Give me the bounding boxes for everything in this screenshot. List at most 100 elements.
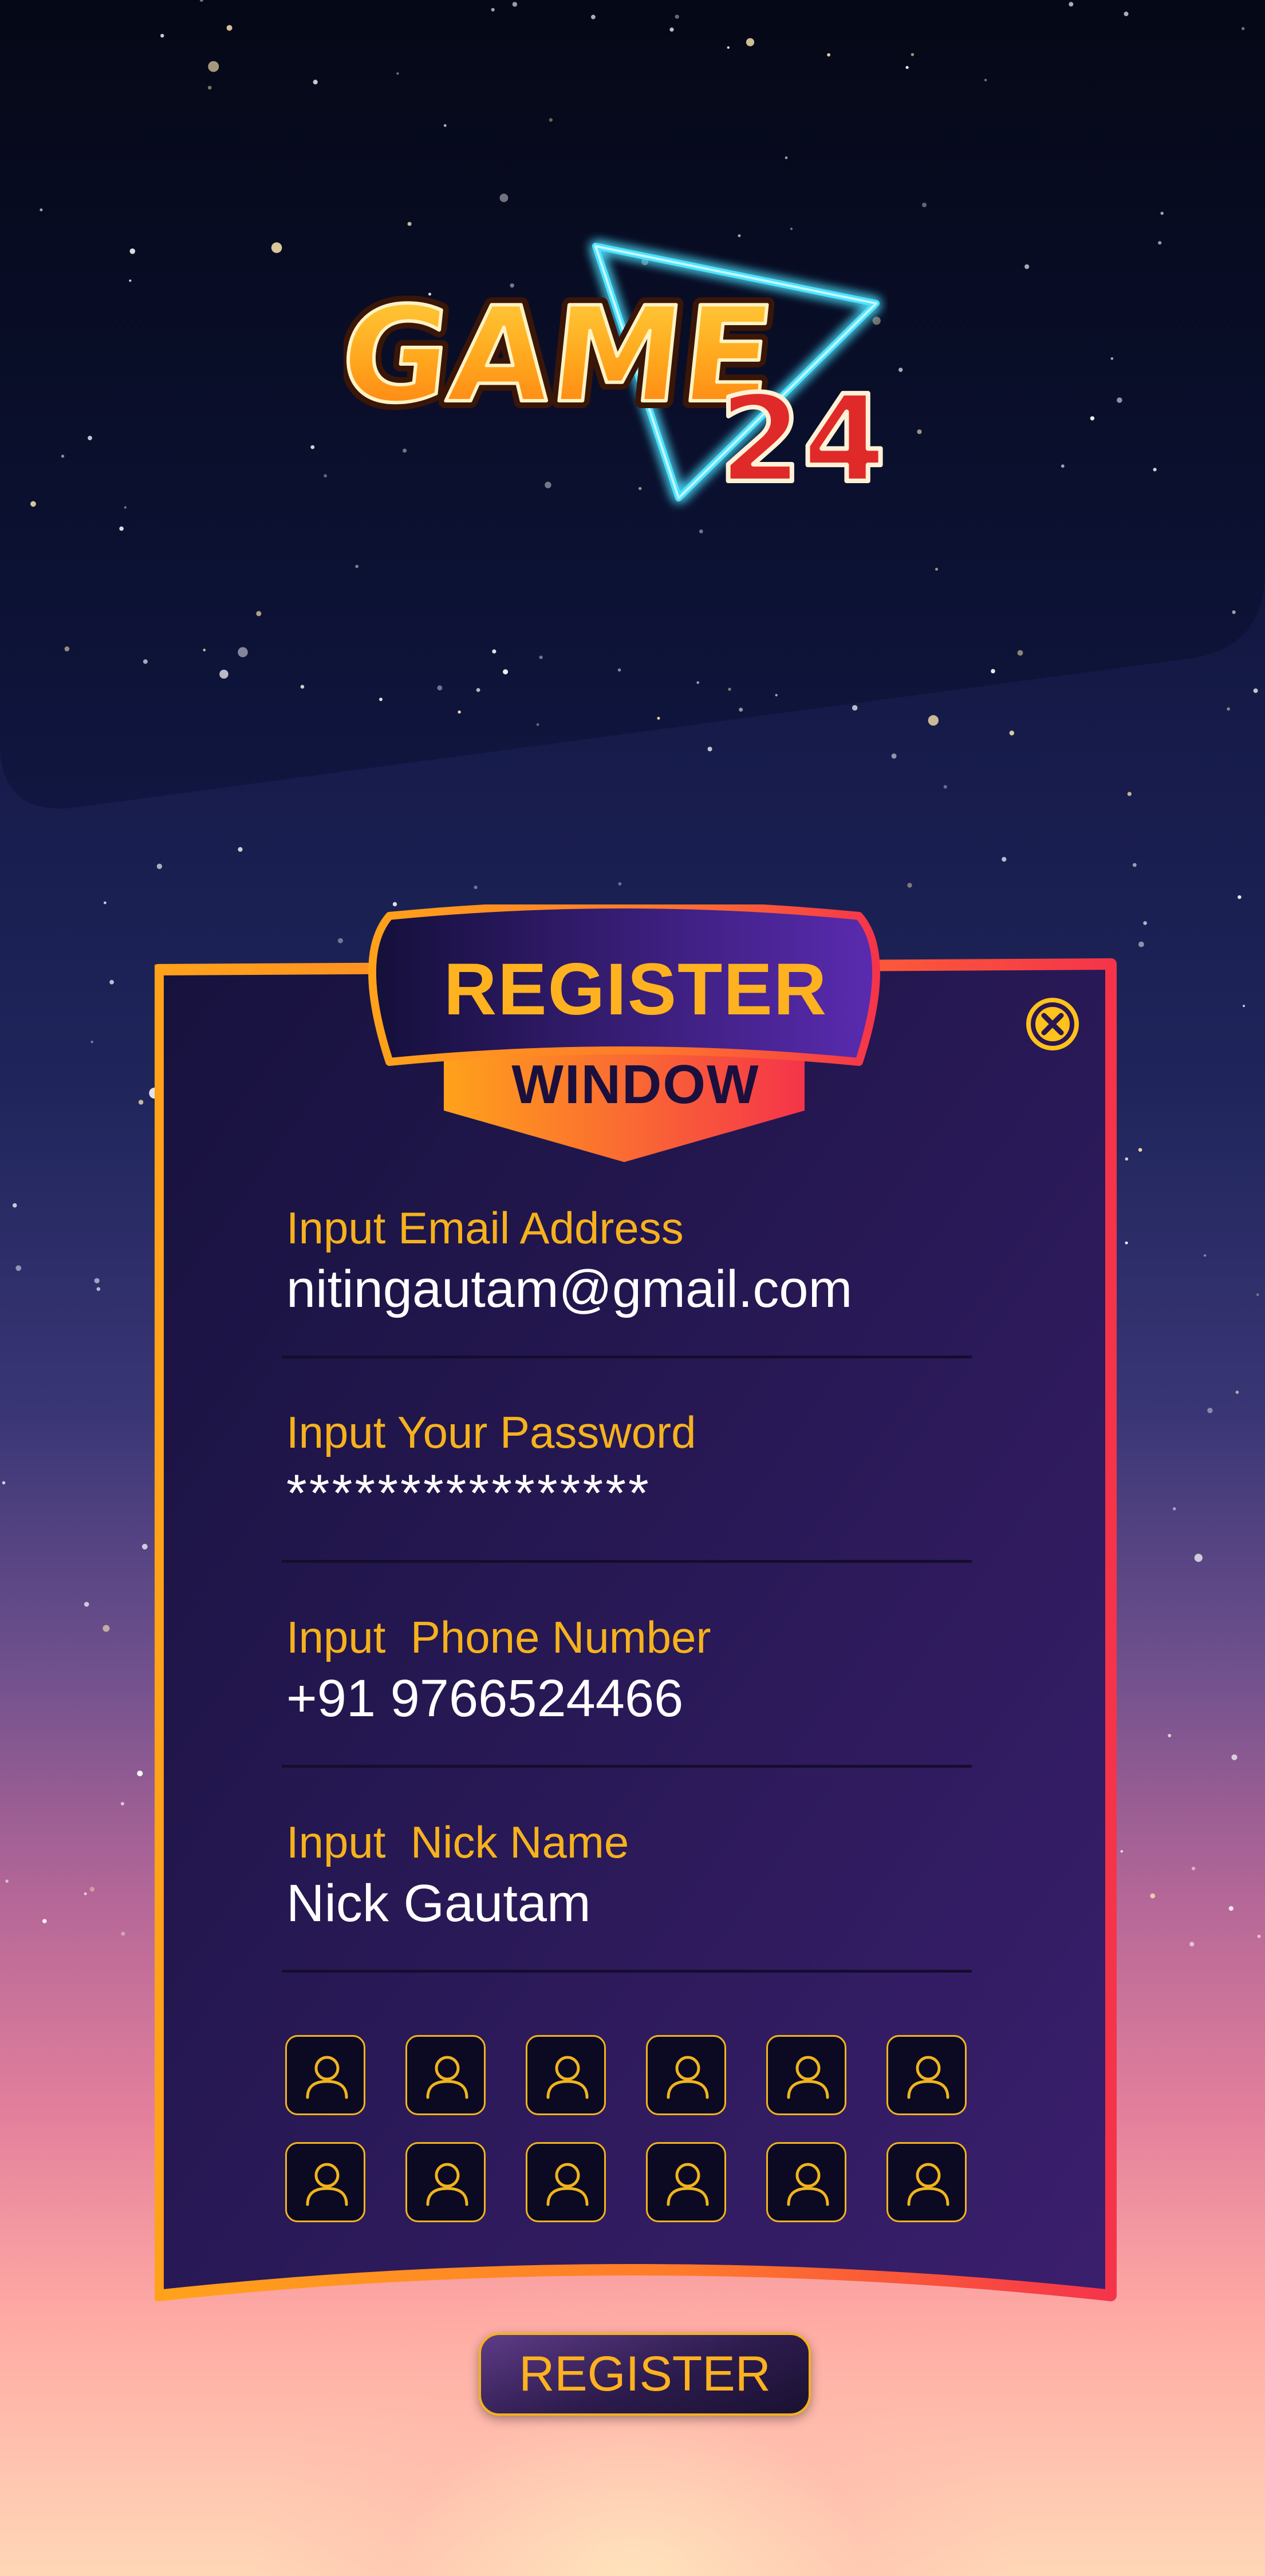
star bbox=[1009, 730, 1015, 736]
star bbox=[1172, 1507, 1176, 1511]
star bbox=[1231, 1754, 1238, 1760]
avatar-option[interactable] bbox=[886, 2035, 967, 2115]
star bbox=[94, 1278, 100, 1283]
star bbox=[898, 368, 903, 372]
star bbox=[143, 659, 148, 664]
star bbox=[238, 847, 243, 852]
star bbox=[549, 118, 553, 122]
star bbox=[89, 1887, 95, 1892]
star bbox=[1235, 1390, 1239, 1394]
star bbox=[1120, 1850, 1124, 1853]
star bbox=[852, 705, 858, 711]
phone-underline bbox=[282, 1765, 972, 1768]
star bbox=[119, 526, 124, 531]
star bbox=[1090, 416, 1095, 421]
email-field: Input Email Address nitingautam@gmail.co… bbox=[282, 1202, 974, 1385]
avatar-option[interactable] bbox=[285, 2142, 365, 2222]
avatar-option[interactable] bbox=[766, 2035, 846, 2115]
nickname-input[interactable]: Nick Gautam bbox=[286, 1874, 974, 1934]
user-icon bbox=[667, 2056, 709, 2099]
star bbox=[271, 242, 282, 254]
svg-text:GAME: GAME bbox=[344, 279, 781, 432]
star bbox=[64, 646, 70, 651]
star bbox=[156, 863, 163, 870]
star bbox=[617, 668, 621, 672]
password-field: Input Your Password **************** bbox=[282, 1406, 974, 1590]
star bbox=[1228, 1906, 1234, 1911]
star bbox=[1125, 1241, 1128, 1244]
star bbox=[226, 25, 232, 31]
star bbox=[138, 1100, 144, 1105]
avatar-option[interactable] bbox=[766, 2142, 846, 2222]
star bbox=[984, 78, 987, 82]
user-icon bbox=[306, 2056, 348, 2099]
register-button[interactable]: REGISTER bbox=[479, 2333, 811, 2416]
star bbox=[1257, 1934, 1261, 1938]
avatar-option[interactable] bbox=[646, 2142, 726, 2222]
star bbox=[785, 156, 788, 159]
star bbox=[1061, 464, 1065, 468]
avatar-option[interactable] bbox=[285, 2035, 365, 2115]
star bbox=[355, 564, 359, 568]
star bbox=[1138, 1148, 1142, 1152]
star bbox=[669, 27, 674, 32]
user-icon bbox=[306, 2163, 348, 2206]
star bbox=[109, 979, 115, 985]
modal-subtitle: WINDOW bbox=[511, 1054, 760, 1115]
phone-input[interactable]: +91 9766524466 bbox=[286, 1669, 974, 1729]
star bbox=[1127, 792, 1132, 796]
star bbox=[1189, 1942, 1195, 1947]
star bbox=[437, 685, 443, 691]
star bbox=[137, 1771, 143, 1776]
user-icon bbox=[667, 2163, 709, 2206]
star bbox=[1232, 610, 1236, 614]
star bbox=[907, 883, 912, 888]
star bbox=[120, 1801, 124, 1805]
avatar-option[interactable] bbox=[526, 2142, 606, 2222]
star bbox=[1110, 357, 1114, 360]
star bbox=[1191, 1867, 1196, 1871]
star bbox=[1256, 1293, 1259, 1297]
star bbox=[1168, 1734, 1172, 1737]
star bbox=[103, 1625, 110, 1632]
star bbox=[1002, 857, 1007, 862]
star bbox=[1203, 1254, 1207, 1257]
game-register-screen: GAME GAME 24 REGISTER WINDOW Input Email… bbox=[0, 0, 1265, 2576]
star bbox=[396, 72, 399, 75]
star bbox=[203, 649, 206, 651]
star bbox=[1158, 241, 1162, 245]
star bbox=[1227, 707, 1231, 711]
star bbox=[618, 882, 622, 886]
star bbox=[911, 53, 915, 57]
email-input[interactable]: nitingautam@gmail.com bbox=[286, 1259, 974, 1319]
avatar-option[interactable] bbox=[646, 2035, 726, 2115]
star bbox=[1194, 1554, 1203, 1562]
star bbox=[104, 901, 107, 904]
star bbox=[160, 34, 164, 38]
star bbox=[739, 708, 743, 712]
star bbox=[935, 567, 938, 571]
star bbox=[207, 85, 212, 90]
password-input[interactable]: **************** bbox=[286, 1464, 974, 1524]
star bbox=[88, 436, 92, 440]
user-icon bbox=[787, 2056, 829, 2099]
star bbox=[476, 688, 480, 692]
close-button[interactable] bbox=[1026, 998, 1079, 1050]
nickname-field: Input Nick Name Nick Gautam bbox=[282, 1816, 974, 2000]
star bbox=[675, 14, 679, 19]
star bbox=[991, 669, 995, 674]
avatar-option[interactable] bbox=[405, 2035, 486, 2115]
avatar-option[interactable] bbox=[886, 2142, 967, 2222]
star bbox=[443, 124, 447, 127]
user-icon bbox=[907, 2163, 949, 2206]
star bbox=[313, 80, 318, 85]
star bbox=[922, 203, 927, 207]
star bbox=[891, 753, 897, 759]
email-label: Input Email Address bbox=[286, 1203, 684, 1253]
avatar-option[interactable] bbox=[405, 2142, 486, 2222]
star bbox=[1207, 1408, 1213, 1413]
avatar-option[interactable] bbox=[526, 2035, 606, 2115]
star bbox=[5, 1879, 9, 1883]
star bbox=[746, 38, 755, 46]
star bbox=[141, 1543, 148, 1550]
